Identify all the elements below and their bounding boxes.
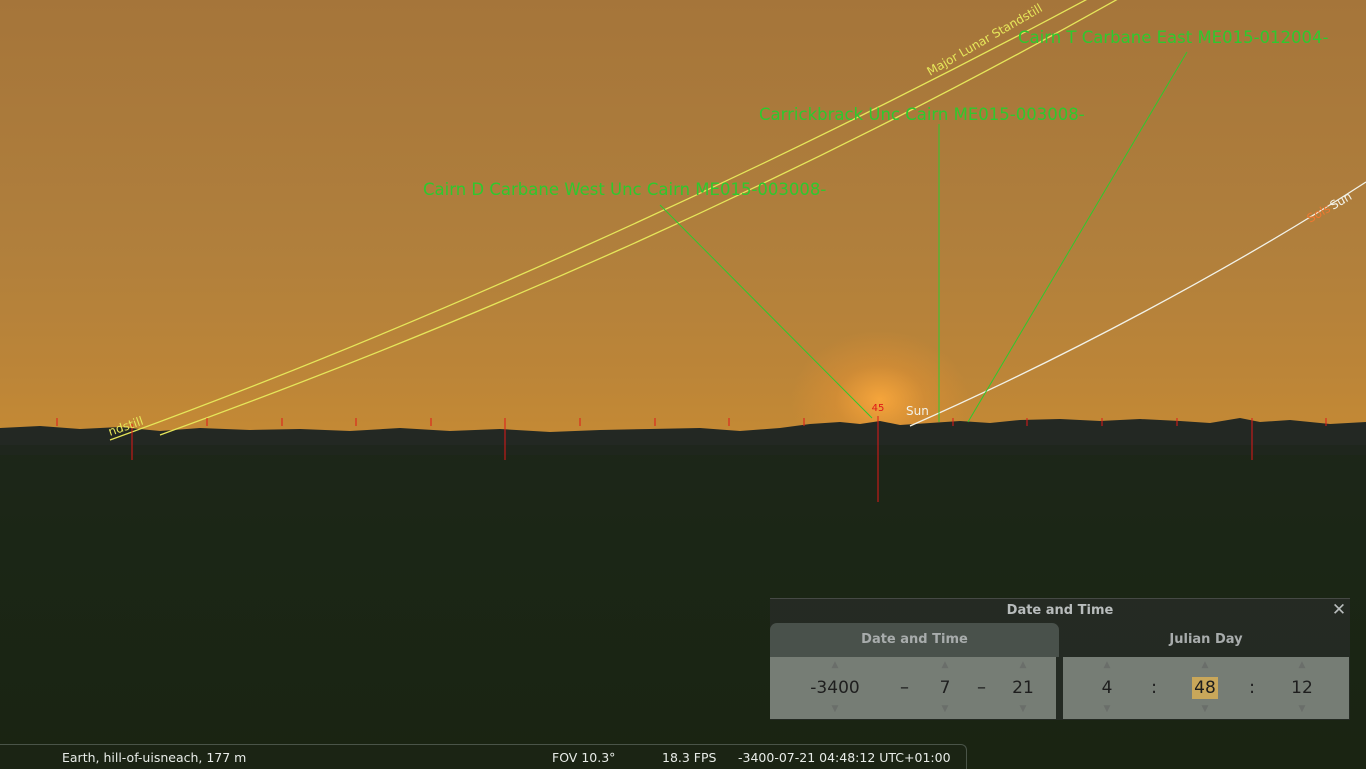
arrow-up-icon[interactable]: ▲ [1190, 660, 1220, 670]
close-icon[interactable]: ✕ [1330, 599, 1348, 620]
month-value[interactable]: 7 [930, 677, 960, 699]
time-panel: ▲ 4 ▼ : ▲ 48 ▼ : ▲ 12 ▼ [1063, 657, 1349, 719]
day-value[interactable]: 21 [1008, 677, 1038, 699]
time-separator: : [1151, 677, 1158, 698]
year-value[interactable]: -3400 [805, 677, 865, 699]
year-spinner[interactable]: ▲ -3400 ▼ [805, 657, 865, 719]
day-spinner[interactable]: ▲ 21 ▼ [1008, 657, 1038, 719]
solstice-fragment-label: Sols [1305, 201, 1333, 225]
lunar-standstill-line-lower [159, 0, 1118, 436]
arrow-down-icon[interactable]: ▼ [1008, 704, 1038, 714]
arrow-down-icon[interactable]: ▼ [1190, 704, 1220, 714]
arrow-up-icon[interactable]: ▲ [805, 660, 865, 670]
landmark-label-cairn-t[interactable]: Cairn T Carbane East ME015-012004- [1018, 28, 1329, 47]
minute-value[interactable]: 48 [1192, 677, 1218, 699]
date-separator: – [900, 677, 909, 698]
azimuth-label-45: 45 [872, 403, 885, 414]
tab-julian-day[interactable]: Julian Day [1063, 623, 1349, 657]
minute-spinner[interactable]: ▲ 48 ▼ [1190, 657, 1220, 719]
landmark-label-carrickbrack[interactable]: Carrickbrack Unc Cairn ME015-003008- [759, 105, 1085, 124]
status-bar: Earth, hill-of-uisneach, 177 m FOV 10.3°… [0, 744, 967, 769]
date-separator: – [977, 677, 986, 698]
horizon-band [0, 445, 1366, 455]
second-value[interactable]: 12 [1287, 677, 1317, 699]
fps-text: 18.3 FPS [662, 750, 717, 765]
sun-object-label[interactable]: Sun [906, 404, 929, 418]
fov-text[interactable]: FOV 10.3° [552, 750, 615, 765]
sun-path-line [909, 181, 1366, 427]
date-panel: ▲ -3400 ▼ – ▲ 7 ▼ – ▲ 21 ▼ [770, 657, 1056, 719]
date-time-dialog: Date and Time ✕ Date and Time Julian Day… [770, 598, 1350, 720]
arrow-down-icon[interactable]: ▼ [930, 704, 960, 714]
arrow-up-icon[interactable]: ▲ [1287, 660, 1317, 670]
month-spinner[interactable]: ▲ 7 ▼ [930, 657, 960, 719]
arrow-down-icon[interactable]: ▼ [805, 704, 865, 714]
time-separator: : [1249, 677, 1256, 698]
arrow-up-icon[interactable]: ▲ [1008, 660, 1038, 670]
datetime-text[interactable]: -3400-07-21 04:48:12 UTC+01:00 [738, 750, 951, 765]
arrow-down-icon[interactable]: ▼ [1092, 704, 1122, 714]
arrow-up-icon[interactable]: ▲ [930, 660, 960, 670]
location-text[interactable]: Earth, hill-of-uisneach, 177 m [62, 750, 246, 765]
arrow-down-icon[interactable]: ▼ [1287, 704, 1317, 714]
arrow-up-icon[interactable]: ▲ [1092, 660, 1122, 670]
second-spinner[interactable]: ▲ 12 ▼ [1287, 657, 1317, 719]
hour-value[interactable]: 4 [1092, 677, 1122, 699]
hour-spinner[interactable]: ▲ 4 ▼ [1092, 657, 1122, 719]
pointer-line-cairn-d [659, 204, 873, 419]
landmark-label-cairn-d[interactable]: Cairn D Carbane West Unc Cairn ME015-003… [423, 180, 826, 199]
tab-date-and-time[interactable]: Date and Time [770, 623, 1059, 657]
dialog-title[interactable]: Date and Time [770, 603, 1350, 618]
